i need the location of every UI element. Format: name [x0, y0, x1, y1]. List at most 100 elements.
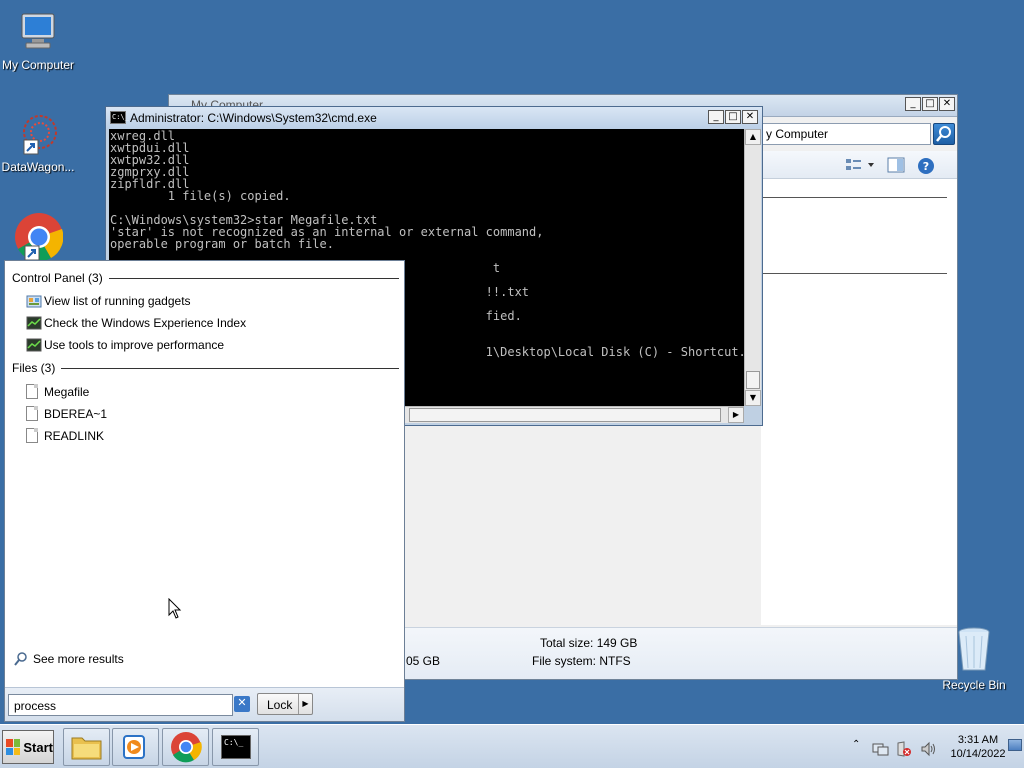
start-search-input[interactable]: process	[8, 694, 233, 716]
cmd-icon-text: C:\_	[224, 738, 244, 747]
console-line: zgmprxy.dll	[110, 165, 190, 179]
desktop-icon-label: My Computer	[1, 58, 75, 72]
console-line: xwtpdui.dll	[110, 141, 190, 155]
show-desktop-button[interactable]	[1008, 739, 1022, 751]
group-header-control-panel: Control Panel (3)	[12, 271, 399, 285]
chrome-icon	[15, 213, 63, 262]
minimize-button[interactable]: _	[905, 97, 921, 111]
chrome-icon	[171, 732, 202, 763]
clock-date: 10/14/2022	[950, 748, 1006, 760]
clear-search-button[interactable]: ✕	[234, 696, 250, 712]
result-experience-index[interactable]: Check the Windows Experience Index	[26, 316, 246, 330]
cmd-icon: C:\_	[221, 735, 251, 759]
chevron-right-icon[interactable]: ▶	[298, 694, 312, 714]
search-button[interactable]	[933, 123, 955, 145]
system-tray: ⌃ 3:31 AM 10/14/2022	[846, 729, 1024, 765]
performance-tools-icon	[26, 338, 42, 352]
group-title: Files (3)	[12, 361, 56, 375]
text-file-icon	[26, 406, 38, 421]
result-readlink[interactable]: READLINK	[26, 428, 104, 443]
taskbar-app-cmd[interactable]: C:\_	[212, 728, 259, 766]
console-line: 1 file(s) copied.	[110, 189, 291, 203]
recycle-bin-icon	[958, 627, 990, 671]
free-space-text: 05 GB	[406, 654, 441, 668]
group-header-files: Files (3)	[12, 361, 399, 375]
address-bar[interactable]: y Computer	[761, 123, 931, 145]
minimize-button[interactable]: _	[708, 110, 724, 124]
start-menu[interactable]: Control Panel (3) View list of running g…	[4, 260, 405, 722]
search-icon	[14, 652, 27, 666]
taskbar-app-explorer[interactable]	[63, 728, 110, 766]
preview-pane-icon[interactable]	[887, 157, 905, 173]
file-system-text: File system: NTFS	[532, 654, 631, 668]
volume-icon[interactable]	[920, 741, 938, 757]
result-label: Check the Windows Experience Index	[44, 316, 247, 330]
result-label: View list of running gadgets	[44, 294, 191, 308]
group-title: Control Panel (3)	[12, 271, 103, 285]
windows-logo-icon	[6, 739, 21, 755]
taskbar-app-chrome[interactable]	[162, 728, 209, 766]
group-divider	[761, 273, 947, 274]
action-center-icon[interactable]	[896, 741, 912, 757]
show-hidden-icons-button[interactable]: ⌃	[852, 739, 860, 750]
result-megafile[interactable]: Megafile	[26, 384, 89, 399]
media-player-icon	[123, 735, 145, 759]
result-label: BDEREA~1	[44, 406, 108, 421]
performance-icon	[26, 316, 42, 330]
desktop-icon-datawagon[interactable]: DataWagon...	[0, 110, 76, 174]
result-bderea[interactable]: BDEREA~1	[26, 406, 107, 421]
lock-label: Lock	[267, 698, 293, 712]
text-file-icon	[26, 428, 38, 443]
start-label: Start	[23, 739, 53, 755]
desktop-icon-my-computer[interactable]: My Computer	[0, 10, 76, 72]
result-improve-performance[interactable]: Use tools to improve performance	[26, 338, 224, 352]
close-button[interactable]: ✕	[742, 110, 758, 124]
console-line: xwtpw32.dll	[110, 153, 190, 167]
desktop-icon-label: Recycle Bin	[942, 678, 1006, 692]
lock-button[interactable]: Lock ▶	[257, 693, 313, 715]
computer-icon	[21, 13, 55, 49]
taskbar: Start C:\_ ⌃ 3:31 AM 10/14/2022	[0, 724, 1024, 768]
help-icon[interactable]: ?	[917, 157, 935, 175]
desktop-icon-label: DataWagon...	[1, 160, 75, 174]
result-label: READLINK	[44, 428, 105, 443]
console-line: xwreg.dll	[110, 129, 176, 143]
explorer-toolbar: ?	[761, 151, 957, 179]
scroll-up-button[interactable]: ▲	[745, 129, 761, 145]
start-button[interactable]: Start	[2, 730, 54, 764]
taskbar-app-media-player[interactable]	[112, 728, 159, 766]
search-icon	[936, 126, 951, 142]
cmd-title: Administrator: C:\Windows\System32\cmd.e…	[130, 111, 377, 125]
view-options-icon[interactable]	[845, 157, 875, 173]
clock[interactable]: 3:31 AM 10/14/2022	[946, 733, 1010, 761]
close-button[interactable]: ✕	[939, 97, 955, 111]
cmd-titlebar[interactable]: C:\_ Administrator: C:\Windows\System32\…	[106, 107, 762, 129]
console-line: operable program or batch file.	[110, 237, 334, 251]
scroll-down-button[interactable]: ▼	[745, 390, 761, 406]
mouse-cursor-icon	[168, 598, 182, 619]
result-label: Megafile	[44, 384, 90, 399]
close-icon: ✕	[237, 697, 247, 709]
folder-icon	[71, 737, 102, 760]
cmd-icon: C:\_	[110, 111, 129, 124]
clock-time: 3:31 AM	[957, 734, 999, 746]
datawagon-icon	[23, 115, 57, 155]
group-divider	[761, 197, 947, 198]
scroll-thumb[interactable]	[409, 408, 721, 422]
result-view-gadgets[interactable]: View list of running gadgets	[26, 294, 191, 308]
maximize-button[interactable]: □	[725, 110, 741, 124]
desktop-icon-chrome[interactable]	[0, 212, 76, 266]
result-label: Use tools to improve performance	[44, 338, 225, 352]
gadgets-icon	[26, 295, 42, 308]
network-icon[interactable]	[872, 741, 890, 757]
svg-text:?: ?	[923, 160, 929, 173]
explorer-content[interactable]	[761, 179, 957, 625]
see-more-results-link[interactable]: See more results	[13, 651, 124, 667]
start-menu-footer: process ✕ Lock ▶	[5, 687, 404, 721]
scroll-right-button[interactable]: ▶	[728, 407, 744, 423]
vertical-scrollbar[interactable]: ▲ ▼	[744, 129, 761, 406]
see-more-label: See more results	[33, 652, 124, 666]
text-file-icon	[26, 384, 38, 399]
scroll-thumb[interactable]	[746, 371, 760, 389]
maximize-button[interactable]: □	[922, 97, 938, 111]
